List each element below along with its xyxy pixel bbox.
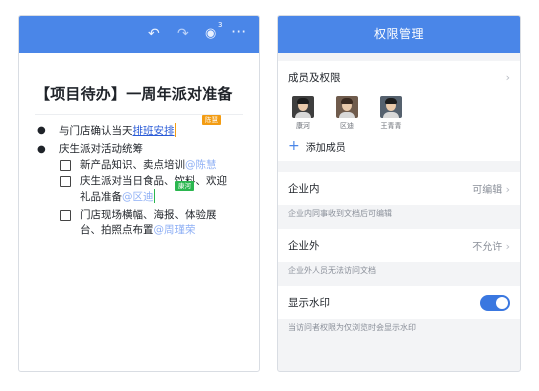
document-title[interactable]: 【项目待办】一周年派对准备: [35, 83, 259, 104]
watermark-card: 显示水印: [278, 286, 520, 319]
chevron-right-icon: ›: [505, 240, 510, 253]
watermark-toggle[interactable]: [480, 294, 510, 311]
member-name: 康河: [296, 122, 310, 130]
viewer-count-badge: 3: [218, 21, 223, 29]
mention[interactable]: @区迪: [122, 191, 154, 203]
page-title: 权限管理: [278, 16, 520, 53]
todo-checkbox[interactable]: [60, 176, 71, 187]
document-body[interactable]: 【项目待办】一周年派对准备 ● 与门店确认当天排班安排 陈慧 ● 庆生派对活动统…: [19, 83, 259, 238]
undo-icon[interactable]: ↶: [148, 26, 160, 42]
member-name: 王青青: [380, 122, 402, 130]
member-list: 康河 区迪 王青青: [278, 96, 520, 131]
avatar: [292, 96, 314, 118]
member-name: 区迪: [340, 122, 354, 130]
todo-item[interactable]: 门店现场横幅、海报、体验展 台、拍照点布置@周瑾荣: [35, 208, 259, 238]
watermark-desc: 当访问者权限为仅浏览时会显示水印: [288, 323, 416, 332]
permission-panel: 权限管理 成员及权限 › 康河 区迪 王青青 + 添加成员 企业内 可编辑 › …: [277, 15, 521, 372]
more-options-icon[interactable]: ···: [231, 24, 246, 40]
redo-icon[interactable]: ↷: [177, 26, 189, 42]
collaborator-cursor: [174, 123, 176, 137]
toggle-knob: [496, 296, 508, 309]
watermark-row: 显示水印: [278, 286, 520, 319]
collaborator-tag: 康河: [175, 181, 194, 191]
internal-access-card: 企业内 可编辑 ›: [278, 172, 520, 205]
todo-checkbox[interactable]: [60, 210, 71, 221]
plus-icon: +: [288, 138, 300, 154]
bullet-icon: ●: [37, 125, 46, 136]
internal-access-value: 可编辑: [472, 185, 503, 196]
mention[interactable]: @周瑾荣: [154, 224, 196, 236]
todo-item[interactable]: 庆生派对当日食品、饮料、欢迎 礼品准备@区迪 康河: [35, 174, 259, 205]
member[interactable]: 康河: [288, 96, 318, 131]
member[interactable]: 王青青: [376, 96, 406, 131]
bullet-icon: ●: [37, 144, 46, 155]
avatar: [380, 96, 402, 118]
schedule-link[interactable]: 排班安排: [133, 125, 175, 137]
editor-toolbar: ↶ ↷ ◉ 3 ···: [19, 16, 259, 53]
todo-checkbox[interactable]: [60, 160, 71, 171]
external-access-value: 不允许: [472, 242, 503, 253]
list-item[interactable]: ● 与门店确认当天排班安排 陈慧: [35, 115, 259, 139]
list-item[interactable]: ● 庆生派对活动统筹: [35, 142, 259, 157]
members-card: 成员及权限 › 康河 区迪 王青青 + 添加成员: [278, 61, 520, 161]
collaborator-cursor: [153, 189, 155, 203]
add-member-button[interactable]: + 添加成员: [278, 131, 520, 161]
avatar: [336, 96, 358, 118]
collaborator-tag: 陈慧: [202, 115, 221, 125]
internal-access-desc: 企业内同事收到文档后可编辑: [288, 209, 392, 218]
chevron-right-icon: ›: [505, 71, 510, 84]
external-access-card: 企业外 不允许 ›: [278, 229, 520, 262]
external-access-row[interactable]: 企业外 不允许 ›: [278, 229, 520, 262]
document-editor-panel: ↶ ↷ ◉ 3 ··· 【项目待办】一周年派对准备 ● 与门店确认当天排班安排 …: [18, 15, 260, 372]
member[interactable]: 区迪: [332, 96, 362, 131]
eye-icon[interactable]: ◉: [205, 26, 216, 42]
mention[interactable]: @陈慧: [185, 159, 217, 171]
external-access-desc: 企业外人员无法访问文档: [288, 266, 376, 275]
chevron-right-icon: ›: [505, 183, 510, 196]
members-row[interactable]: 成员及权限 ›: [278, 61, 520, 94]
todo-item[interactable]: 新产品知识、卖点培训@陈慧: [35, 158, 259, 173]
internal-access-row[interactable]: 企业内 可编辑 ›: [278, 172, 520, 205]
